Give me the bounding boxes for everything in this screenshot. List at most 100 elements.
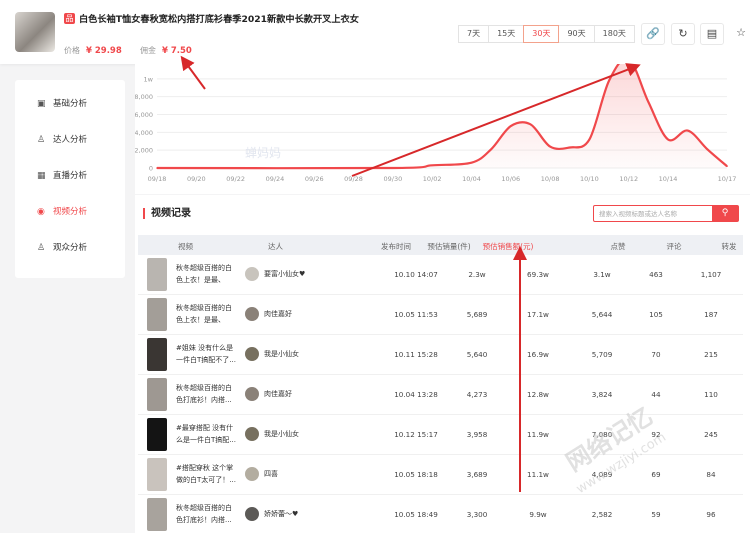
table-row[interactable]: 秋冬超级百搭的白色打底衫！内搭... 肉佳嘉好 10.04 13:28 4,273 12…: [138, 375, 743, 415]
x-tick-label: 10/08: [541, 175, 560, 183]
column-header: 视频: [178, 242, 193, 251]
range-tab[interactable]: 7天: [458, 25, 490, 43]
video-title[interactable]: #姐妹 没有什么是一件白T搞配不了...: [176, 342, 238, 368]
cell-comments: 69: [651, 470, 661, 479]
cell-revenue: 12.8w: [527, 390, 549, 399]
x-tick-label: 10/04: [462, 175, 481, 183]
video-thumbnail[interactable]: [147, 418, 167, 451]
x-tick-label: 09/28: [344, 175, 363, 183]
link-icon[interactable]: 🔗: [641, 23, 665, 45]
commission-meta: 佣金 ¥ 7.50: [140, 45, 192, 56]
search-button[interactable]: ⚲: [712, 206, 738, 221]
product-thumbnail[interactable]: [15, 12, 55, 52]
cell-time: 10.05 11:53: [394, 310, 438, 319]
y-tick-label: 0: [149, 165, 153, 173]
cell-revenue: 9.9w: [529, 510, 547, 519]
data-point: [529, 123, 532, 126]
avatar[interactable]: [245, 467, 259, 481]
video-thumbnail[interactable]: [147, 458, 167, 491]
product-title[interactable]: 白色长袖T恤女春秋宽松内搭打底衫春季2021新款中长款开叉上衣女: [79, 11, 359, 25]
cell-revenue: 11.1w: [527, 470, 549, 479]
chart-icon: ▣: [37, 99, 46, 109]
cell-revenue: 11.9w: [527, 430, 549, 439]
author-name[interactable]: 肉佳嘉好: [264, 389, 292, 399]
author-name[interactable]: 我是小仙女: [264, 429, 299, 439]
table-row[interactable]: 秋冬超级百搭的白色上衣！是最、内... 肉佳嘉好 10.05 11:53 5,689 1…: [138, 295, 743, 335]
range-tab[interactable]: 30天: [523, 25, 560, 43]
avatar[interactable]: [245, 307, 259, 321]
video-title[interactable]: #最穿搭配 没有什么是一件白T搞配...: [176, 422, 238, 448]
range-tab[interactable]: 90天: [558, 25, 595, 43]
avatar[interactable]: [245, 347, 259, 361]
sidebar-item[interactable]: ◉ 视频分析: [37, 204, 87, 220]
cell-time: 10.05 18:18: [394, 470, 438, 479]
sidebar-item[interactable]: ▣ 基础分析: [37, 96, 87, 112]
cell-likes: 5,644: [591, 310, 613, 319]
video-thumbnail[interactable]: [147, 498, 167, 531]
table-row[interactable]: 秋冬超级百搭的白色上衣！是最、内... 要富小仙女♥ 10.10 14:07 2.3w…: [138, 255, 743, 295]
video-records-section: 视频记录 ⚲ 视频 达人 发布时间 预估销量(件) 预估销售额(元) 点赞 评论 转发 秋冬超…: [135, 195, 750, 533]
document-icon[interactable]: ▤: [700, 23, 724, 45]
x-tick-label: 09/26: [305, 175, 324, 183]
sidebar-item[interactable]: ♙ 观众分析: [37, 240, 87, 256]
column-header[interactable]: 发布时间: [381, 241, 411, 252]
video-thumbnail[interactable]: [147, 338, 167, 371]
video-title[interactable]: 秋冬超级百搭的白色上衣！是最、内...: [176, 262, 238, 288]
author-name[interactable]: 肉佳嘉好: [264, 309, 292, 319]
search-input[interactable]: [595, 207, 710, 220]
video-icon: ◉: [37, 207, 45, 217]
refresh-icon[interactable]: ↻: [671, 23, 695, 45]
column-header[interactable]: 预估销量(件): [427, 241, 470, 252]
range-tab[interactable]: 180天: [593, 25, 635, 43]
cell-sales: 3,689: [466, 470, 488, 479]
author-name[interactable]: 娇娇蕾～♥: [264, 509, 298, 519]
sidebar-item[interactable]: ♙ 达人分析: [37, 132, 87, 148]
video-thumbnail[interactable]: [147, 298, 167, 331]
range-tab[interactable]: 15天: [488, 25, 525, 43]
x-tick-label: 09/22: [226, 175, 245, 183]
y-tick-label: 4,000: [135, 129, 153, 137]
table-row[interactable]: 秋冬超级百搭的白色打底衫！内搭... 娇娇蕾～♥ 10.05 18:49 3,300 9…: [138, 495, 743, 533]
price-label: 价格: [64, 46, 80, 55]
column-header[interactable]: 预估销售额(元): [483, 241, 534, 252]
x-tick-label: 09/24: [266, 175, 285, 183]
y-tick-label: 6,000: [135, 111, 153, 119]
data-point: [726, 165, 728, 168]
cell-comments: 44: [651, 390, 661, 399]
avatar[interactable]: [245, 427, 259, 441]
cell-time: 10.05 18:49: [394, 510, 438, 519]
audience-icon: ♙: [37, 243, 46, 253]
video-thumbnail[interactable]: [147, 258, 167, 291]
y-tick-label: 2,000: [135, 147, 153, 155]
chart-watermark: 蝉妈妈: [245, 146, 281, 160]
video-title[interactable]: 秋冬超级百搭的白色打底衫！内搭...: [176, 502, 238, 528]
author-name[interactable]: 我是小仙女: [264, 349, 299, 359]
y-tick-label: 8,000: [135, 93, 153, 101]
data-point: [549, 145, 551, 148]
column-header[interactable]: 评论: [667, 241, 682, 252]
sidebar-item-label: 基础分析: [53, 99, 88, 109]
avatar[interactable]: [245, 507, 259, 521]
column-header[interactable]: 点赞: [611, 241, 626, 252]
sidebar-item[interactable]: ▦ 直播分析: [37, 168, 87, 184]
avatar[interactable]: [245, 387, 259, 401]
cell-shares: 110: [704, 390, 718, 399]
y-tick-label: 1w: [144, 75, 154, 83]
video-thumbnail[interactable]: [147, 378, 167, 411]
y-tick-label: 12k: [141, 64, 153, 66]
cell-shares: 215: [704, 350, 718, 359]
column-header[interactable]: 转发: [722, 241, 737, 252]
avatar[interactable]: [245, 267, 259, 281]
author-name[interactable]: 四喜: [264, 469, 278, 479]
table-row[interactable]: #搭配穿秋 这个掌做的白T太可了！... 四喜 10.05 18:18 3,689 11…: [138, 455, 743, 495]
commission-label: 佣金: [140, 46, 156, 55]
cell-time: 10.04 13:28: [394, 390, 438, 399]
star-icon[interactable]: ☆: [729, 23, 750, 45]
video-title[interactable]: #搭配穿秋 这个掌做的白T太可了！...: [176, 462, 238, 488]
video-title[interactable]: 秋冬超级百搭的白色上衣！是最、内...: [176, 302, 238, 328]
video-title[interactable]: 秋冬超级百搭的白色打底衫！内搭...: [176, 382, 238, 408]
search-icon: ⚲: [721, 208, 729, 218]
chart-svg: 0 2,000 4,000 6,000 8,000 1w 12k 09/18 09/20 09/2…: [135, 64, 736, 183]
table-row[interactable]: #姐妹 没有什么是一件白T搞配不了... 我是小仙女 10.11 15:28 5,64…: [138, 335, 743, 375]
author-name[interactable]: 要富小仙女♥: [264, 269, 305, 279]
